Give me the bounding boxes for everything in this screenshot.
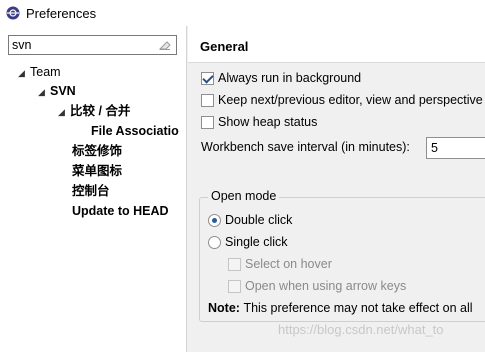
preference-page: General Always run in background Keep ne… (188, 26, 485, 352)
double-click-option[interactable]: Double click (208, 210, 292, 230)
expanded-arrow-icon[interactable]: ◢ (38, 82, 50, 102)
tree-item-console[interactable]: 控制台 (72, 181, 110, 201)
expanded-arrow-icon[interactable]: ◢ (18, 63, 30, 83)
open-mode-group: Open mode Double click Single click Sele… (199, 189, 485, 322)
open-mode-note: Note: This preference may not take effec… (208, 301, 473, 315)
preferences-tree-pane: ◢Team ◢SVN ◢比较 / 合并 File Associatio 标签修饰… (0, 26, 187, 352)
show-heap-checkbox[interactable] (201, 115, 214, 129)
filter-field[interactable] (8, 35, 177, 55)
tree-item-menu-icons[interactable]: 菜单图标 (72, 161, 122, 181)
open-mode-title: Open mode (208, 189, 280, 203)
clear-filter-icon[interactable] (158, 39, 172, 51)
eclipse-app-icon (6, 6, 20, 20)
keep-next-prev-option[interactable]: Keep next/previous editor, view and pers… (201, 90, 483, 110)
watermark-text: https://blog.csdn.net/what_to (278, 322, 444, 337)
keep-next-prev-checkbox[interactable] (201, 93, 214, 107)
page-title: General (200, 39, 249, 54)
tree-item-svn[interactable]: ◢ SVN (38, 81, 76, 101)
save-interval-input[interactable] (426, 137, 485, 159)
tree-item-label-decorations[interactable]: 标签修饰 (72, 141, 122, 161)
show-heap-option[interactable]: Show heap status (201, 112, 317, 132)
tree-item-update-to-head[interactable]: Update to HEAD (72, 201, 169, 221)
always-run-background-checkbox[interactable] (201, 71, 214, 85)
window-title: Preferences (26, 5, 97, 21)
open-with-arrows-option[interactable]: Open when using arrow keys (228, 276, 406, 296)
select-on-hover-option[interactable]: Select on hover (228, 254, 332, 274)
tree-item-team[interactable]: ◢ Team (18, 62, 61, 82)
page-header: General (188, 26, 485, 63)
tree-item-file-associations[interactable]: File Associatio (91, 121, 186, 141)
always-run-background-option[interactable]: Always run in background (201, 68, 361, 88)
tree-item-compare-merge[interactable]: ◢ 比较 / 合并 (58, 101, 130, 121)
expanded-arrow-icon[interactable]: ◢ (58, 102, 70, 122)
double-click-radio[interactable] (208, 213, 221, 227)
open-with-arrows-checkbox[interactable] (228, 279, 241, 293)
window-titlebar: Preferences (0, 0, 485, 26)
select-on-hover-checkbox[interactable] (228, 257, 241, 271)
filter-input[interactable] (9, 36, 149, 54)
save-interval-label: Workbench save interval (in minutes): (201, 140, 410, 154)
single-click-option[interactable]: Single click (208, 232, 288, 252)
single-click-radio[interactable] (208, 235, 221, 249)
